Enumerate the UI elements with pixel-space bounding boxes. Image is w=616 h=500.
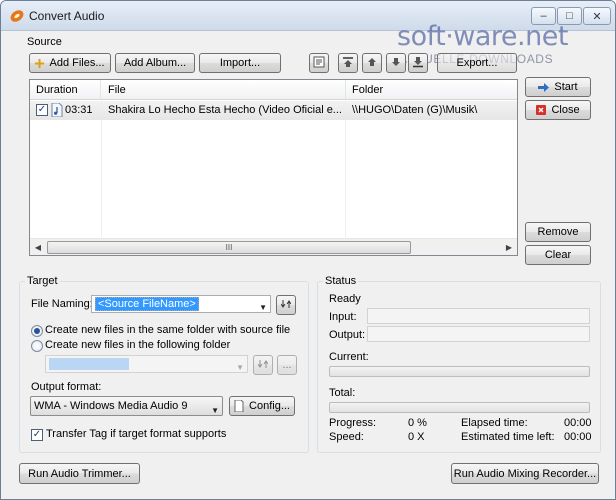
config-label: Config... — [249, 400, 290, 412]
column-folder[interactable]: Folder — [346, 80, 517, 100]
chevron-down-icon: ▼ — [211, 406, 219, 415]
row-checkbox[interactable]: ✓ — [36, 104, 48, 116]
output-format-value: WMA - Windows Media Audio 9 — [34, 400, 188, 412]
output-format-label: Output format: — [31, 381, 102, 393]
move-bottom-button[interactable] — [408, 53, 428, 73]
scroll-left-icon[interactable]: ◀ — [31, 241, 45, 253]
remove-button[interactable]: Remove — [525, 222, 591, 242]
total-progress-bar — [329, 402, 590, 413]
document-icon — [234, 400, 244, 412]
browse-folder-button[interactable]: ... — [277, 355, 297, 375]
status-label: Status — [323, 275, 359, 287]
clear-button[interactable]: Clear — [525, 245, 591, 265]
move-bottom-icon — [412, 56, 424, 71]
chevron-down-icon: ▼ — [236, 363, 244, 372]
column-divider — [345, 100, 346, 237]
row-duration: 03:31 — [65, 104, 93, 116]
minimize-button[interactable]: – — [531, 7, 556, 25]
input-field — [367, 308, 590, 324]
table-row[interactable]: ✓ 03:31 Shakira Lo Hecho Esta Hecho (Vid… — [30, 101, 517, 120]
close-red-icon — [536, 105, 547, 115]
elapsed-label: Elapsed time: — [461, 417, 528, 429]
column-file[interactable]: File — [102, 80, 346, 100]
target-label: Target — [25, 275, 60, 287]
speed-label: Speed: — [329, 431, 364, 443]
app-logo-icon — [9, 8, 25, 24]
run-audio-mixing-recorder-button[interactable]: Run Audio Mixing Recorder... — [451, 463, 599, 484]
move-top-icon — [342, 56, 354, 71]
speed-value: 0 X — [408, 431, 425, 443]
horizontal-scrollbar[interactable]: ◀ III ▶ — [30, 238, 517, 255]
estimated-value: 00:00 — [564, 431, 592, 443]
status-state: Ready — [329, 293, 361, 305]
file-list-header: Duration File Folder — [30, 80, 517, 100]
run-audio-trimmer-button[interactable]: Run Audio Trimmer... — [19, 463, 140, 484]
file-naming-value: <Source FileName> — [95, 297, 199, 311]
close-label: Close — [551, 104, 580, 116]
window-title: Convert Audio — [29, 9, 105, 23]
play-arrow-icon — [538, 82, 550, 92]
output-label: Output: — [329, 329, 366, 341]
add-album-button[interactable]: Add Album... — [115, 53, 195, 73]
input-label: Input: — [329, 311, 357, 323]
column-duration[interactable]: Duration — [30, 80, 101, 100]
properties-button[interactable] — [309, 53, 329, 73]
file-naming-options-button[interactable] — [276, 295, 296, 315]
radio-same-folder-label: Create new files in the same folder with… — [45, 324, 291, 336]
chevron-down-icon: ▼ — [259, 303, 267, 312]
output-format-combo[interactable]: WMA - Windows Media Audio 9 ▼ — [30, 396, 223, 416]
add-files-button[interactable]: Add Files... — [29, 53, 111, 73]
import-button[interactable]: Import... — [199, 53, 281, 73]
add-files-label: Add Files... — [49, 57, 105, 69]
progress-label: Progress: — [329, 417, 377, 429]
output-folder-value — [49, 358, 129, 370]
current-progress-bar — [329, 366, 590, 377]
close-button[interactable]: Close — [525, 100, 591, 120]
move-up-button[interactable] — [362, 53, 382, 73]
move-up-icon — [366, 56, 378, 71]
export-button[interactable]: Export... — [437, 53, 517, 73]
start-button[interactable]: Start — [525, 77, 591, 97]
maximize-button[interactable]: □ — [557, 7, 582, 25]
swap-icon — [280, 299, 292, 312]
radio-same-folder[interactable] — [31, 325, 43, 337]
transfer-tag-label: Transfer Tag if target format supports — [46, 428, 227, 440]
estimated-label: Estimated time left: — [461, 431, 555, 443]
transfer-tag-checkbox[interactable]: ✓ — [31, 429, 43, 441]
file-list[interactable]: Duration File Folder ✓ 03:31 Shakira Lo … — [29, 79, 518, 256]
folder-options-button[interactable] — [253, 355, 273, 375]
output-field — [367, 326, 590, 342]
row-file: Shakira Lo Hecho Esta Hecho (Video Ofici… — [108, 104, 342, 116]
properties-icon — [313, 56, 325, 71]
scroll-thumb[interactable]: III — [47, 241, 411, 254]
scroll-right-icon[interactable]: ▶ — [502, 241, 516, 253]
row-folder: \\HUGO\Daten (G)\Musik\ — [352, 104, 478, 116]
radio-other-folder[interactable] — [31, 340, 43, 352]
total-label: Total: — [329, 387, 356, 399]
title-bar[interactable]: Convert Audio – □ ✕ — [1, 1, 615, 31]
radio-other-folder-label: Create new files in the following folder — [45, 339, 231, 351]
current-label: Current: — [329, 351, 369, 363]
window-close-button[interactable]: ✕ — [583, 7, 611, 25]
source-label: Source — [27, 36, 62, 48]
audio-file-icon — [51, 102, 63, 120]
elapsed-value: 00:00 — [564, 417, 592, 429]
progress-value: 0 % — [408, 417, 427, 429]
add-icon — [35, 58, 45, 68]
column-divider — [101, 100, 102, 237]
config-button[interactable]: Config... — [229, 396, 295, 416]
file-naming-label: File Naming: — [31, 298, 93, 310]
start-label: Start — [554, 81, 578, 93]
convert-audio-window: Convert Audio – □ ✕ soft·ware.net AKTUEL… — [0, 0, 616, 500]
move-down-button[interactable] — [386, 53, 406, 73]
file-naming-combo[interactable]: <Source FileName> ▼ — [91, 295, 271, 313]
output-folder-combo[interactable]: ▼ — [45, 355, 248, 373]
move-down-icon — [390, 56, 402, 71]
swap-icon — [257, 359, 269, 372]
move-top-button[interactable] — [338, 53, 358, 73]
